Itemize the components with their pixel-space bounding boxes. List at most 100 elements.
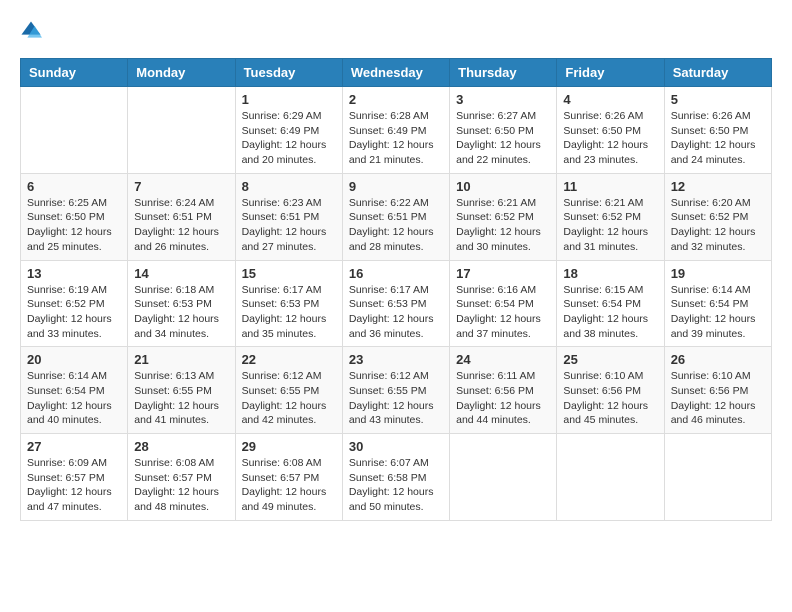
- calendar-cell: [450, 434, 557, 521]
- day-number: 27: [27, 439, 121, 454]
- daylight-text: Daylight: 12 hours and 20 minutes.: [242, 139, 327, 166]
- sunset-text: Sunset: 6:55 PM: [134, 385, 212, 397]
- day-info: Sunrise: 6:11 AM Sunset: 6:56 PM Daylight:…: [456, 369, 550, 428]
- day-number: 15: [242, 266, 336, 281]
- calendar-cell: 15 Sunrise: 6:17 AMSunset: 6:53 PMDayligh…: [235, 260, 342, 347]
- daylight-text: Daylight: 12 hours and 44 minutes.: [456, 400, 541, 427]
- sunrise-text: Sunrise: 6:25 AM: [27, 197, 107, 209]
- day-number: 23: [349, 352, 443, 367]
- daylight-text: Daylight: 12 hours and 24 minutes.: [671, 139, 756, 166]
- daylight-text: Daylight: 12 hours and 31 minutes.: [563, 226, 648, 253]
- sunset-text: Sunset: 6:54 PM: [671, 298, 749, 310]
- daylight-text: Daylight: 12 hours and 43 minutes.: [349, 400, 434, 427]
- day-info: Sunrise: 6:17 AMSunset: 6:53 PMDaylight:…: [242, 283, 336, 342]
- day-info: Sunrise: 6:25 AMSunset: 6:50 PMDaylight:…: [27, 196, 121, 255]
- daylight-text: Daylight: 12 hours and 50 minutes.: [349, 486, 434, 513]
- sunset-text: Sunset: 6:53 PM: [349, 298, 427, 310]
- calendar-cell: 12Sunrise: 6:20 AMSunset: 6:52 PMDayligh…: [664, 173, 771, 260]
- day-info: Sunrise: 6:18 AMSunset: 6:53 PMDaylight:…: [134, 283, 228, 342]
- sunset-text: Sunset: 6:52 PM: [671, 211, 749, 223]
- day-number: 28: [134, 439, 228, 454]
- sunrise-text: Sunrise: 6:08 AM: [242, 457, 322, 469]
- sunset-text: Sunset: 6:56 PM: [456, 385, 534, 397]
- daylight-text: Daylight: 12 hours and 49 minutes.: [242, 486, 327, 513]
- sunrise-text: Sunrise: 6:14 AM: [671, 284, 751, 296]
- day-number: 12: [671, 179, 765, 194]
- daylight-text: Daylight: 12 hours and 34 minutes.: [134, 313, 219, 340]
- calendar-cell: 2Sunrise: 6:28 AMSunset: 6:49 PMDaylight…: [342, 87, 449, 174]
- day-number: 6: [27, 179, 121, 194]
- day-info: Sunrise: 6:29 AMSunset: 6:49 PMDaylight:…: [242, 109, 336, 168]
- sunrise-text: Sunrise: 6:18 AM: [134, 284, 214, 296]
- day-info: Sunrise: 6:26 AMSunset: 6:50 PMDaylight:…: [563, 109, 657, 168]
- day-info: Sunrise: 6:17 AMSunset: 6:53 PMDaylight:…: [349, 283, 443, 342]
- day-number: 24: [456, 352, 550, 367]
- weekday-header-sunday: Sunday: [21, 59, 128, 87]
- sunrise-text: Sunrise: 6:13 AM: [134, 370, 214, 382]
- daylight-text: Daylight: 12 hours and 39 minutes.: [671, 313, 756, 340]
- daylight-text: Daylight: 12 hours and 48 minutes.: [134, 486, 219, 513]
- day-number: 3: [456, 92, 550, 107]
- calendar-cell: 24 Sunrise: 6:11 AM Sunset: 6:56 PM Dayligh…: [450, 347, 557, 434]
- calendar-cell: 30Sunrise: 6:07 AMSunset: 6:58 PMDayligh…: [342, 434, 449, 521]
- day-info: Sunrise: 6:16 AMSunset: 6:54 PMDaylight:…: [456, 283, 550, 342]
- sunset-text: Sunset: 6:57 PM: [134, 472, 212, 484]
- sunset-text: Sunset: 6:56 PM: [563, 385, 641, 397]
- sunrise-text: Sunrise: 6:21 AM: [456, 197, 536, 209]
- day-number: 14: [134, 266, 228, 281]
- daylight-text: Daylight: 12 hours and 40 minutes.: [27, 400, 112, 427]
- sunrise-text: Sunrise: 6:09 AM: [27, 457, 107, 469]
- sunset-text: Sunset: 6:55 PM: [349, 385, 427, 397]
- sunrise-text: Sunrise: 6:26 AM: [671, 110, 751, 122]
- calendar-cell: [557, 434, 664, 521]
- calendar-cell: 18Sunrise: 6:15 AMSunset: 6:54 PMDayligh…: [557, 260, 664, 347]
- calendar-cell: 21Sunrise: 6:13 AMSunset: 6:55 PMDayligh…: [128, 347, 235, 434]
- day-info: Sunrise: 6:10 AMSunset: 6:56 PMDaylight:…: [563, 369, 657, 428]
- day-number: 11: [563, 179, 657, 194]
- calendar-cell: 10Sunrise: 6:21 AMSunset: 6:52 PMDayligh…: [450, 173, 557, 260]
- sunset-text: Sunset: 6:50 PM: [27, 211, 105, 223]
- sunrise-text: Sunrise: 6:14 AM: [27, 370, 107, 382]
- sunrise-text: Sunrise: 6:17 AM: [242, 284, 322, 296]
- daylight-text: Daylight: 12 hours and 46 minutes.: [671, 400, 756, 427]
- sunset-text: Sunset: 6:51 PM: [242, 211, 320, 223]
- page-header: [20, 20, 772, 42]
- day-info: Sunrise: 6:24 AMSunset: 6:51 PMDaylight:…: [134, 196, 228, 255]
- calendar-cell: 5 Sunrise: 6:26 AMSunset: 6:50 PMDaylight…: [664, 87, 771, 174]
- day-number: 21: [134, 352, 228, 367]
- calendar-cell: 8Sunrise: 6:23 AMSunset: 6:51 PMDaylight…: [235, 173, 342, 260]
- daylight-text: Daylight: 12 hours and 26 minutes.: [134, 226, 219, 253]
- day-info: Sunrise: 6:07 AMSunset: 6:58 PMDaylight:…: [349, 456, 443, 515]
- day-number: 22: [242, 352, 336, 367]
- sunset-text: Sunset: 6:55 PM: [242, 385, 320, 397]
- sunrise-text: Sunrise: 6:20 AM: [671, 197, 751, 209]
- sunset-text: Sunset: 6:52 PM: [27, 298, 105, 310]
- day-info: Sunrise: 6:26 AMSunset: 6:50 PMDaylight:…: [671, 109, 765, 168]
- day-number: 16: [349, 266, 443, 281]
- sunrise-text: Sunrise: 6:24 AM: [134, 197, 214, 209]
- calendar-cell: 9Sunrise: 6:22 AMSunset: 6:51 PMDaylight…: [342, 173, 449, 260]
- sunrise-text: Sunrise: 6:10 AM: [671, 370, 751, 382]
- day-number: 18: [563, 266, 657, 281]
- sunset-text: Sunset: 6:51 PM: [349, 211, 427, 223]
- calendar-cell: 17Sunrise: 6:16 AMSunset: 6:54 PMDayligh…: [450, 260, 557, 347]
- calendar-week-4: 20Sunrise: 6:14 AMSunset: 6:54 PMDayligh…: [21, 347, 772, 434]
- day-number: 5: [671, 92, 765, 107]
- day-number: 19: [671, 266, 765, 281]
- day-info: Sunrise: 6:22 AMSunset: 6:51 PMDaylight:…: [349, 196, 443, 255]
- sunset-text: Sunset: 6:56 PM: [671, 385, 749, 397]
- sunrise-text: Sunrise: 6:26 AM: [563, 110, 643, 122]
- sunset-text: Sunset: 6:50 PM: [456, 125, 534, 137]
- calendar-cell: [21, 87, 128, 174]
- calendar-header-row: SundayMondayTuesdayWednesdayThursdayFrid…: [21, 59, 772, 87]
- sunset-text: Sunset: 6:57 PM: [27, 472, 105, 484]
- calendar-cell: 11Sunrise: 6:21 AMSunset: 6:52 PMDayligh…: [557, 173, 664, 260]
- sunrise-text: Sunrise: 6:23 AM: [242, 197, 322, 209]
- day-info: Sunrise: 6:13 AMSunset: 6:55 PMDaylight:…: [134, 369, 228, 428]
- sunrise-text: Sunrise: 6:11 AM: [456, 370, 535, 382]
- daylight-text: Daylight: 12 hours and 28 minutes.: [349, 226, 434, 253]
- sunset-text: Sunset: 6:54 PM: [563, 298, 641, 310]
- calendar-week-1: 1Sunrise: 6:29 AMSunset: 6:49 PMDaylight…: [21, 87, 772, 174]
- day-info: Sunrise: 6:08 AMSunset: 6:57 PMDaylight:…: [242, 456, 336, 515]
- sunset-text: Sunset: 6:52 PM: [563, 211, 641, 223]
